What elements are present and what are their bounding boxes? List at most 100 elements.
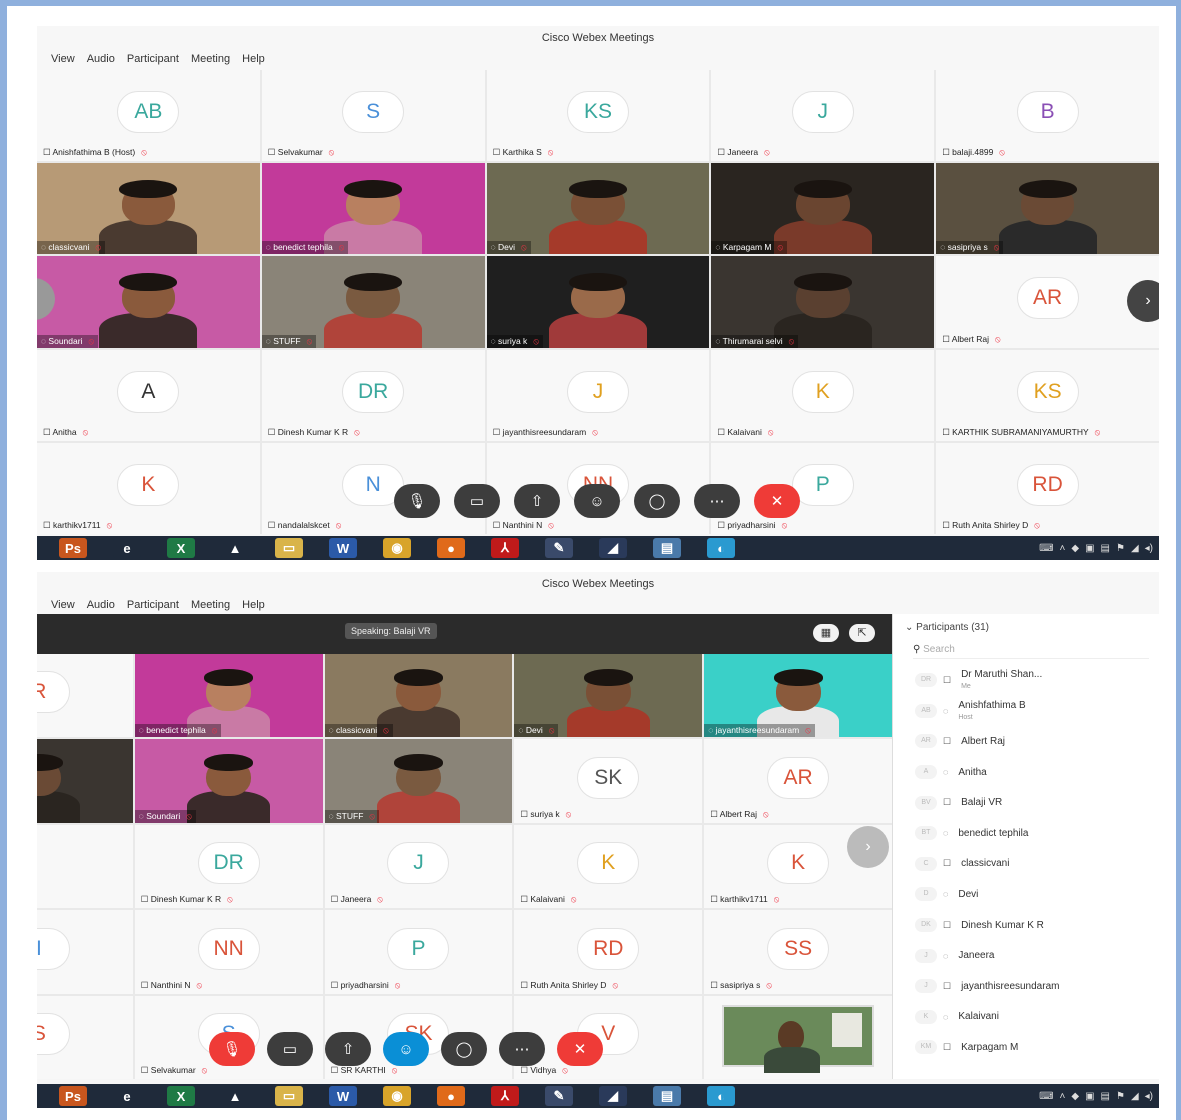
- participant-search-input[interactable]: ⚲ Search: [913, 641, 1149, 659]
- flag-icon[interactable]: ⚑: [1116, 543, 1125, 554]
- participant-list-item[interactable]: C ☐ classicvani: [893, 849, 1159, 880]
- taskbar-chrome-icon[interactable]: ◉: [383, 538, 411, 558]
- participant-tile[interactable]: DR ☐ Dinesh Kumar K R ⦸: [261, 349, 485, 441]
- chevron-up-icon[interactable]: ˄: [1060, 543, 1066, 554]
- more-options-button[interactable]: ⋯: [694, 484, 740, 518]
- participant-tile[interactable]: KS ☐ KARTHIK SUBRAMANIYAMURTHY ⦸: [936, 349, 1159, 441]
- participant-tile[interactable]: SK ☐ suriya k ⦸: [514, 739, 703, 823]
- taskbar-notes-icon[interactable]: ▤: [653, 1086, 681, 1106]
- participant-tile[interactable]: ◌ jayanthisreesundaram ⦸: [704, 654, 892, 738]
- taskbar-excel-icon[interactable]: X: [167, 538, 195, 558]
- more-options-button[interactable]: ⋯: [499, 1032, 545, 1066]
- participants-panel-title[interactable]: ⌄ Participants (31): [893, 614, 1159, 641]
- menu-meeting[interactable]: Meeting: [191, 596, 230, 614]
- taskbar-matlab-icon[interactable]: ◢: [599, 1086, 627, 1106]
- participant-tile[interactable]: RD ☐ Ruth Anita Shirley D ⦸: [514, 910, 703, 994]
- participant-tile[interactable]: AR ☐ Albert Raj ⦸: [936, 256, 1159, 348]
- share-button[interactable]: ⇧: [514, 484, 560, 518]
- participant-list-item[interactable]: KM ☐ Karpagam M: [893, 1032, 1159, 1063]
- participant-list-item[interactable]: J ◌ Janeera: [893, 940, 1159, 971]
- participant-tile[interactable]: P ☐ priyadharsini ⦸: [324, 910, 513, 994]
- taskbar-notes-icon[interactable]: ▤: [653, 538, 681, 558]
- participant-tile[interactable]: R: [37, 654, 133, 738]
- participant-list-item[interactable]: AR ☐ Albert Raj: [893, 726, 1159, 757]
- participant-tile[interactable]: I: [37, 910, 133, 994]
- participant-tile[interactable]: ◌ classicvani ⦸: [324, 654, 513, 738]
- taskbar-photoshop-icon[interactable]: Ps: [59, 538, 87, 558]
- taskbar-firefox-icon[interactable]: ●: [437, 538, 465, 558]
- participants-button[interactable]: ☺: [383, 1032, 429, 1066]
- taskbar-file-explorer-icon[interactable]: ▭: [275, 538, 303, 558]
- participant-tile[interactable]: ◌ benedict tephila ⦸: [134, 654, 323, 738]
- monitor-icon[interactable]: ▣: [1085, 543, 1094, 554]
- network-icon[interactable]: ▤: [1101, 543, 1110, 554]
- participant-tile[interactable]: [37, 739, 133, 823]
- participant-tile[interactable]: AR ☐ Albert Raj ⦸: [704, 739, 892, 823]
- taskbar-chrome-icon[interactable]: ◉: [383, 1086, 411, 1106]
- share-button[interactable]: ⇧: [325, 1032, 371, 1066]
- participant-tile[interactable]: RD ☐ Ruth Anita Shirley D ⦸: [936, 442, 1159, 534]
- leave-meeting-button[interactable]: ✕: [557, 1032, 603, 1066]
- self-view-video[interactable]: [722, 1005, 874, 1073]
- participant-tile[interactable]: ◌ Soundari ⦸: [134, 739, 323, 823]
- participant-tile[interactable]: J ☐ Janeera ⦸: [324, 824, 513, 909]
- chat-button[interactable]: ◯: [441, 1032, 487, 1066]
- leave-meeting-button[interactable]: ✕: [754, 484, 800, 518]
- participant-list-item[interactable]: DK ☐ Dinesh Kumar K R: [893, 910, 1159, 941]
- participant-list-item[interactable]: BV ☐ Balaji VR: [893, 787, 1159, 818]
- participant-tile[interactable]: S: [37, 995, 133, 1079]
- participant-tile[interactable]: S ☐ Selvakumar⦸: [261, 70, 485, 162]
- participant-tile[interactable]: SS ☐ sasipriya s ⦸: [704, 910, 892, 994]
- chevron-up-icon[interactable]: ˄: [1060, 1091, 1066, 1102]
- taskbar-word-icon[interactable]: W: [329, 1086, 357, 1106]
- menu-help[interactable]: Help: [242, 50, 265, 68]
- participant-tile[interactable]: ◌ benedict tephila ⦸: [261, 163, 485, 255]
- participant-tile[interactable]: AB ☐ Anishfathima B (Host) ⦸: [37, 70, 260, 162]
- wifi-icon[interactable]: ◢: [1131, 1091, 1139, 1102]
- participant-tile[interactable]: ◌ STUFF ⦸: [261, 256, 485, 348]
- menu-audio[interactable]: Audio: [87, 50, 115, 68]
- taskbar-paint-icon[interactable]: ✎: [545, 538, 573, 558]
- participant-tile[interactable]: NN ☐ Nanthini N⦸: [134, 910, 323, 994]
- chat-button[interactable]: ◯: [634, 484, 680, 518]
- unmute-button[interactable]: 🎙: [209, 1032, 255, 1066]
- monitor-icon[interactable]: ▣: [1085, 1091, 1094, 1102]
- participant-tile[interactable]: K ☐ Kalaivani ⦸: [711, 349, 935, 441]
- menu-view[interactable]: View: [51, 50, 75, 68]
- menu-participant[interactable]: Participant: [127, 50, 179, 68]
- participant-list-item[interactable]: AB ◌ Anishfathima B Host: [893, 696, 1159, 727]
- participant-tile[interactable]: [37, 824, 133, 909]
- taskbar-webex-icon[interactable]: ◐: [707, 1086, 735, 1106]
- taskbar-firefox-icon[interactable]: ●: [437, 1086, 465, 1106]
- taskbar-file-explorer-icon[interactable]: ▭: [275, 1086, 303, 1106]
- participant-tile[interactable]: ◌ Soundari ⦸: [37, 256, 260, 348]
- menu-participant[interactable]: Participant: [127, 596, 179, 614]
- participant-list-item[interactable]: BT ◌ benedict tephila: [893, 818, 1159, 849]
- participant-tile[interactable]: KS ☐ Karthika S ⦸: [486, 70, 710, 162]
- taskbar-vlc-icon[interactable]: ▲: [221, 538, 249, 558]
- participant-tile[interactable]: DR ☐ Dinesh Kumar K R ⦸: [134, 824, 323, 909]
- taskbar-word-icon[interactable]: W: [329, 538, 357, 558]
- participant-tile[interactable]: ◌ Devi ⦸: [514, 654, 703, 738]
- next-page-button[interactable]: ›: [847, 826, 889, 868]
- participant-tile[interactable]: A ☐ Anitha ⦸: [37, 349, 260, 441]
- participant-tile[interactable]: ◌ sasipriya s ⦸: [936, 163, 1159, 255]
- participant-list-item[interactable]: K ◌ Kalaivani: [893, 1002, 1159, 1033]
- taskbar-paint-icon[interactable]: ✎: [545, 1086, 573, 1106]
- menu-view[interactable]: View: [51, 596, 75, 614]
- volume-icon[interactable]: ◂): [1145, 543, 1153, 554]
- participant-list-item[interactable]: J ☐ jayanthisreesundaram: [893, 971, 1159, 1002]
- participant-tile[interactable]: ◌ classicvani ⦸: [37, 163, 260, 255]
- menu-meeting[interactable]: Meeting: [191, 50, 230, 68]
- participant-tile[interactable]: K ☐ karthikv1711 ⦸: [37, 442, 260, 534]
- participant-tile[interactable]: B ☐ balaji.4899 ⦸: [936, 70, 1159, 162]
- stop-video-button[interactable]: ▭: [267, 1032, 313, 1066]
- antivirus-icon[interactable]: ◆: [1071, 1091, 1079, 1102]
- keyboard-icon[interactable]: ⌨: [1039, 1091, 1053, 1102]
- participant-tile[interactable]: ◌ Karpagam M ⦸: [711, 163, 935, 255]
- taskbar-internet-explorer-icon[interactable]: e: [113, 1086, 141, 1106]
- network-icon[interactable]: ▤: [1101, 1091, 1110, 1102]
- participant-tile[interactable]: ◌ Thirumarai selvi ⦸: [711, 256, 935, 348]
- participant-tile[interactable]: K ☐ Kalaivani ⦸: [514, 824, 703, 909]
- taskbar-webex-icon[interactable]: ◐: [707, 538, 735, 558]
